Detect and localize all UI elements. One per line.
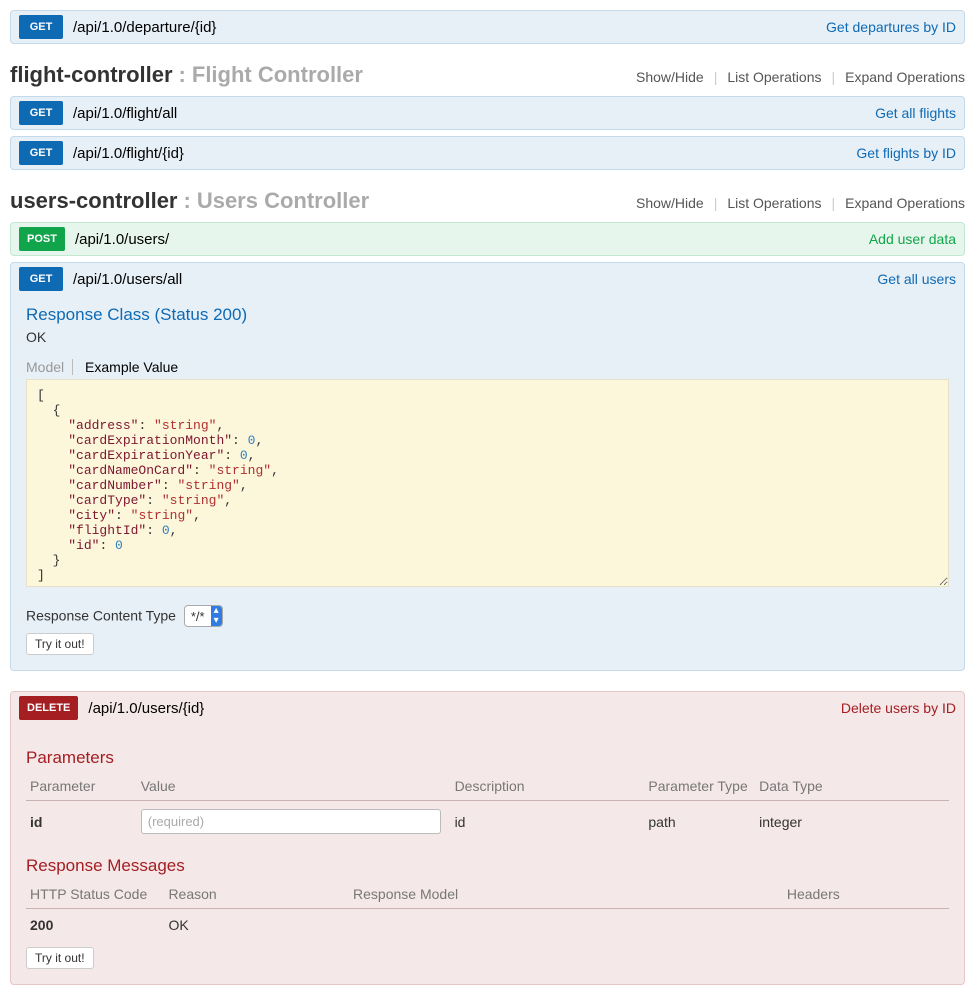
col-response-model: Response Model bbox=[349, 882, 783, 909]
controller-description: Flight Controller bbox=[192, 62, 363, 88]
status-code: 200 bbox=[26, 909, 164, 942]
method-badge-get: GET bbox=[19, 15, 63, 39]
method-badge-get: GET bbox=[19, 141, 63, 165]
endpoint-departure-id[interactable]: GET /api/1.0/departure/{id} Get departur… bbox=[10, 10, 965, 44]
endpoint-path: /api/1.0/users/all bbox=[73, 271, 182, 288]
col-data-type: Data Type bbox=[755, 774, 949, 801]
response-content-type-label: Response Content Type bbox=[26, 608, 176, 624]
controller-name[interactable]: users-controller bbox=[10, 188, 178, 214]
response-content-type-select[interactable]: */* ▴▾ bbox=[184, 605, 223, 627]
chevron-up-down-icon: ▴▾ bbox=[211, 606, 222, 626]
endpoint-users-all-expanded: GET /api/1.0/users/all Get all users Res… bbox=[10, 262, 965, 671]
expand-operations-link[interactable]: Expand Operations bbox=[845, 69, 965, 85]
response-content-type-row: Response Content Type */* ▴▾ bbox=[26, 605, 949, 627]
table-row: 200 OK bbox=[26, 909, 949, 942]
controller-flight-header: flight-controller : Flight Controller Sh… bbox=[10, 62, 965, 88]
divider: | bbox=[832, 69, 836, 85]
endpoint-path: /api/1.0/flight/all bbox=[73, 105, 177, 122]
parameters-table: Parameter Value Description Parameter Ty… bbox=[26, 774, 949, 842]
showhide-link[interactable]: Show/Hide bbox=[636, 195, 704, 211]
response-ok-text: OK bbox=[26, 329, 949, 345]
endpoint-users-all[interactable]: GET /api/1.0/users/all Get all users bbox=[11, 263, 964, 295]
tab-example-value[interactable]: Example Value bbox=[77, 359, 178, 375]
endpoint-flight-all[interactable]: GET /api/1.0/flight/all Get all flights bbox=[10, 96, 965, 130]
col-parameter: Parameter bbox=[26, 774, 137, 801]
method-badge-post: POST bbox=[19, 227, 65, 251]
divider: | bbox=[832, 195, 836, 211]
tab-model[interactable]: Model bbox=[26, 359, 73, 375]
response-class-title: Response Class (Status 200) bbox=[26, 305, 949, 325]
list-operations-link[interactable]: List Operations bbox=[727, 195, 821, 211]
expanded-body: Response Class (Status 200) OK Model Exa… bbox=[11, 295, 964, 670]
table-row: id id path integer bbox=[26, 801, 949, 843]
model-example-tabs: Model Example Value bbox=[26, 359, 949, 375]
endpoint-path: /api/1.0/users/{id} bbox=[88, 700, 204, 717]
endpoint-users-post[interactable]: POST /api/1.0/users/ Add user data bbox=[10, 222, 965, 256]
example-json-box[interactable]: [ { "address": "string", "cardExpiration… bbox=[26, 379, 949, 587]
colon-separator: : bbox=[179, 62, 186, 88]
controller-actions: Show/Hide | List Operations | Expand Ope… bbox=[636, 69, 965, 85]
col-value: Value bbox=[137, 774, 451, 801]
endpoint-summary[interactable]: Add user data bbox=[869, 231, 956, 247]
controller-name[interactable]: flight-controller bbox=[10, 62, 173, 88]
try-it-out-button[interactable]: Try it out! bbox=[26, 947, 94, 969]
endpoint-path: /api/1.0/users/ bbox=[75, 231, 169, 248]
divider: | bbox=[714, 69, 718, 85]
param-description: id bbox=[451, 801, 645, 843]
endpoint-path: /api/1.0/flight/{id} bbox=[73, 145, 184, 162]
endpoint-summary[interactable]: Get flights by ID bbox=[856, 145, 956, 161]
method-badge-get: GET bbox=[19, 267, 63, 291]
controller-description: Users Controller bbox=[197, 188, 369, 214]
col-http-status: HTTP Status Code bbox=[26, 882, 164, 909]
param-data-type: integer bbox=[755, 801, 949, 843]
status-reason: OK bbox=[164, 909, 349, 942]
endpoint-summary[interactable]: Get all users bbox=[877, 271, 956, 287]
divider: | bbox=[714, 195, 718, 211]
expanded-body: Parameters Parameter Value Description P… bbox=[11, 724, 964, 984]
col-headers: Headers bbox=[783, 882, 949, 909]
list-operations-link[interactable]: List Operations bbox=[727, 69, 821, 85]
select-value: */* bbox=[185, 607, 211, 626]
method-badge-delete: DELETE bbox=[19, 696, 78, 720]
col-parameter-type: Parameter Type bbox=[644, 774, 755, 801]
endpoint-path: /api/1.0/departure/{id} bbox=[73, 19, 216, 36]
param-type: path bbox=[644, 801, 755, 843]
expand-operations-link[interactable]: Expand Operations bbox=[845, 195, 965, 211]
col-description: Description bbox=[451, 774, 645, 801]
controller-actions: Show/Hide | List Operations | Expand Ope… bbox=[636, 195, 965, 211]
param-name: id bbox=[26, 801, 137, 843]
response-messages-table: HTTP Status Code Reason Response Model H… bbox=[26, 882, 949, 941]
endpoint-flight-id[interactable]: GET /api/1.0/flight/{id} Get flights by … bbox=[10, 136, 965, 170]
endpoint-summary[interactable]: Get departures by ID bbox=[826, 19, 956, 35]
endpoint-summary[interactable]: Delete users by ID bbox=[841, 700, 956, 716]
endpoint-users-delete-expanded: DELETE /api/1.0/users/{id} Delete users … bbox=[10, 691, 965, 985]
endpoint-summary[interactable]: Get all flights bbox=[875, 105, 956, 121]
method-badge-get: GET bbox=[19, 101, 63, 125]
param-value-input[interactable] bbox=[141, 809, 441, 834]
endpoint-users-delete[interactable]: DELETE /api/1.0/users/{id} Delete users … bbox=[11, 692, 964, 724]
showhide-link[interactable]: Show/Hide bbox=[636, 69, 704, 85]
colon-separator: : bbox=[184, 188, 191, 214]
parameters-title: Parameters bbox=[26, 748, 949, 768]
controller-users-header: users-controller : Users Controller Show… bbox=[10, 188, 965, 214]
col-reason: Reason bbox=[164, 882, 349, 909]
try-it-out-button[interactable]: Try it out! bbox=[26, 633, 94, 655]
response-messages-title: Response Messages bbox=[26, 856, 949, 876]
